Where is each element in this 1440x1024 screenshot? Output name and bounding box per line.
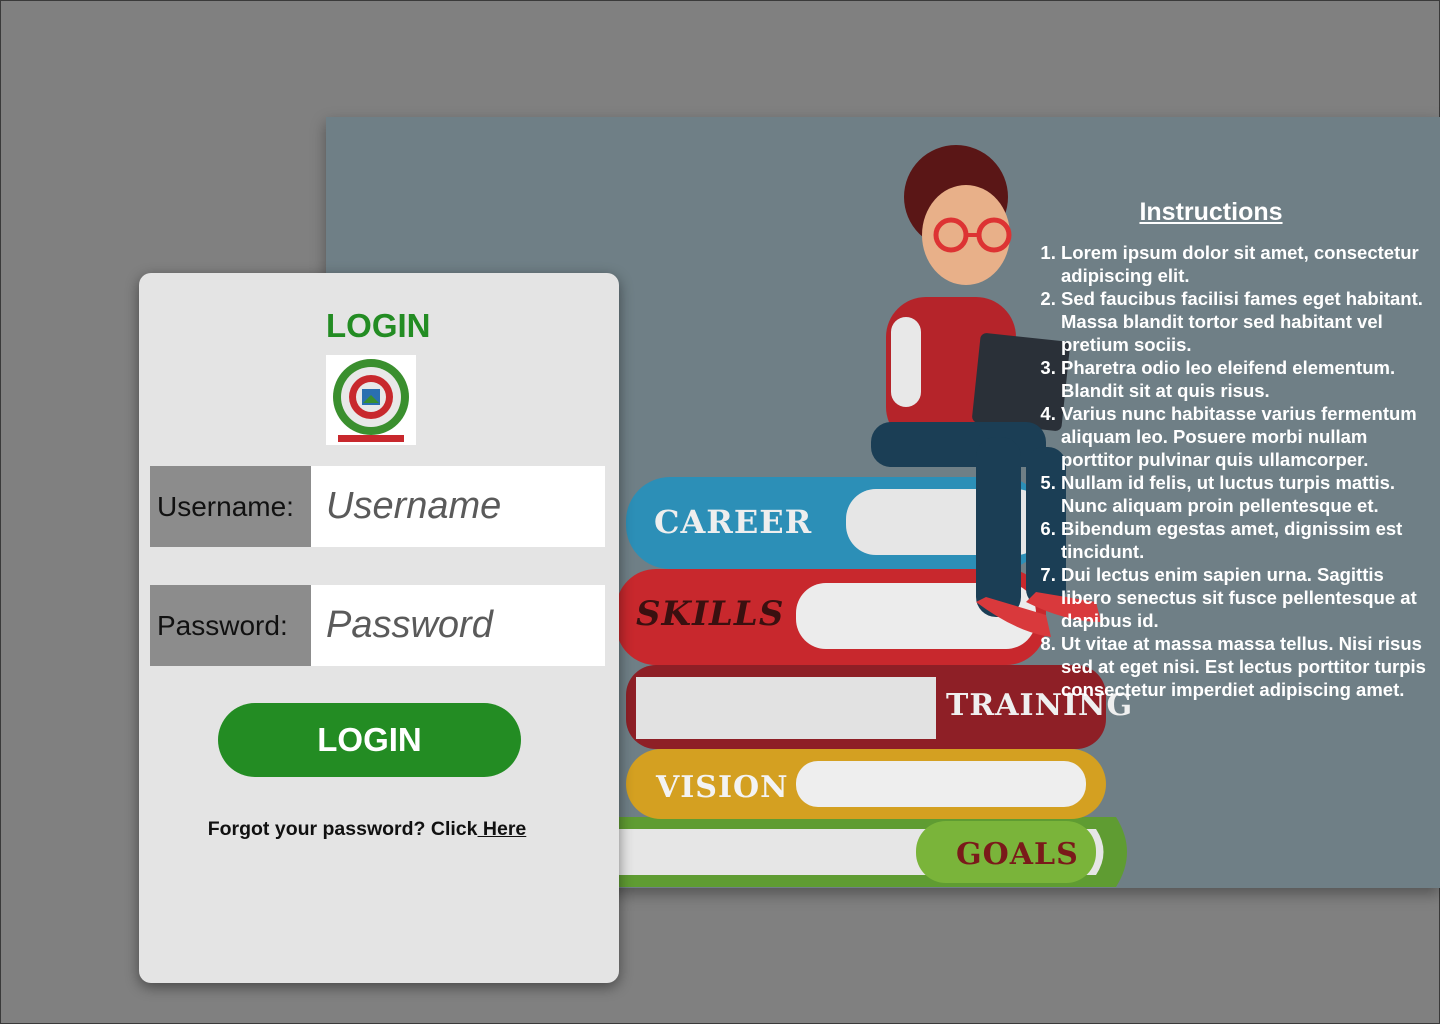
book-label-goals: GOALS [956,837,1079,872]
instruction-item: Sed faucibus facilisi fames eget habitan… [1061,287,1438,356]
instruction-item: Lorem ipsum dolor sit amet, consectetur … [1061,241,1438,287]
instruction-item: Pharetra odio leo eleifend elementum. Bl… [1061,356,1438,402]
login-button[interactable]: LOGIN [218,703,521,777]
forgot-password-prompt: Forgot your password? Click [207,818,478,840]
password-row: Password: [150,585,605,666]
instructions-panel: Instructions Lorem ipsum dolor sit amet,… [1030,198,1438,701]
password-input[interactable] [311,585,605,666]
university-logo [326,355,416,445]
book-label-career: CAREER [654,503,812,541]
login-heading: LOGIN [326,307,431,344]
forgot-password-link[interactable]: Here [478,818,526,840]
username-row: Username: [150,466,605,547]
instruction-item: Varius nunc habitasse varius fermentum a… [1061,402,1438,471]
book-goals: GOALS [556,817,1127,887]
book-label-skills: SKILLS [636,594,784,634]
forgot-password-text: Forgot your password? Click Here [139,818,595,841]
password-label: Password: [150,585,311,666]
username-input[interactable] [311,466,605,547]
login-card: LOGIN Username: Password: LOGIN Forgot y… [139,273,619,983]
instruction-item: Ut vitae at massa massa tellus. Nisi ris… [1061,632,1438,701]
book-label-vision: VISION [655,770,789,805]
instruction-item: Nullam id felis, ut luctus turpis mattis… [1061,471,1438,517]
book-vision: VISION [626,749,1106,819]
username-label: Username: [150,466,311,547]
instruction-item: Bibendum egestas amet, dignissim est tin… [1061,517,1438,563]
instruction-item: Dui lectus enim sapien urna. Sagittis li… [1061,563,1438,632]
instructions-title: Instructions [1139,198,1283,226]
university-seal-icon [333,359,409,442]
instructions-list: Lorem ipsum dolor sit amet, consectetur … [1030,241,1438,701]
